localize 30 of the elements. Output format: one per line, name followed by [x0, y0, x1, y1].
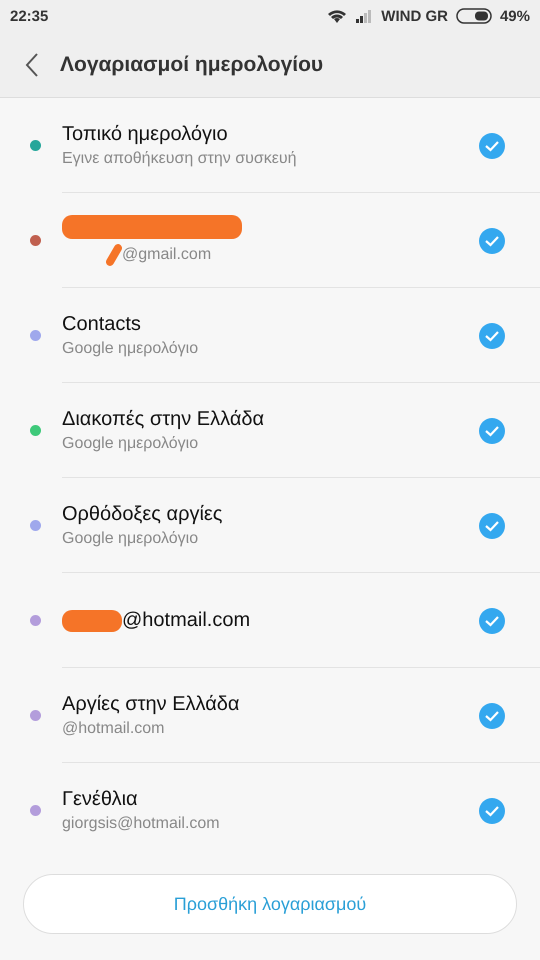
calendar-account: Εγινε αποθήκευση στην συσκευή — [62, 150, 296, 168]
calendar-name: Γενέθλια — [62, 788, 138, 811]
calendar-account: Google ημερολόγιο — [62, 530, 198, 548]
checkbox[interactable] — [478, 322, 506, 350]
checkbox[interactable] — [478, 512, 506, 540]
calendar-name: @hotmail.com — [122, 609, 250, 632]
carrier-name: WIND GR — [381, 8, 448, 24]
checkbox[interactable] — [478, 226, 506, 254]
signal-icon — [355, 9, 374, 23]
calendar-name: Αργίες στην Ελλάδα — [62, 693, 240, 716]
wifi-icon — [327, 8, 348, 24]
calendar-name: Διακοπές στην Ελλάδα — [62, 408, 264, 431]
checkbox[interactable] — [478, 796, 506, 824]
calendar-name: Contacts — [62, 313, 141, 336]
checkbox[interactable] — [478, 132, 506, 160]
calendar-account: giorgsis@hotmail.com — [62, 815, 220, 833]
battery-level: 49% — [500, 8, 530, 24]
add-account-button[interactable]: Προσθήκη λογαριασμού — [23, 874, 517, 934]
clock: 22:35 — [10, 8, 48, 24]
calendar-name: Τοπικό ημερολόγιο — [62, 123, 228, 146]
checkbox[interactable] — [478, 416, 506, 444]
calendar-name: Ορθόδοξες αργίες — [62, 503, 222, 526]
calendar-account: @hotmail.com — [62, 720, 164, 738]
checkbox[interactable] — [478, 702, 506, 730]
calendar-account: Google ημερολόγιο — [62, 435, 198, 453]
screen-title: Λογαριασμοί ημερολογίου — [60, 52, 324, 76]
checkbox[interactable] — [478, 606, 506, 634]
calendar-account: Google ημερολόγιο — [62, 340, 198, 358]
calendar-account: @gmail.com — [122, 246, 212, 264]
battery-icon — [456, 8, 492, 24]
